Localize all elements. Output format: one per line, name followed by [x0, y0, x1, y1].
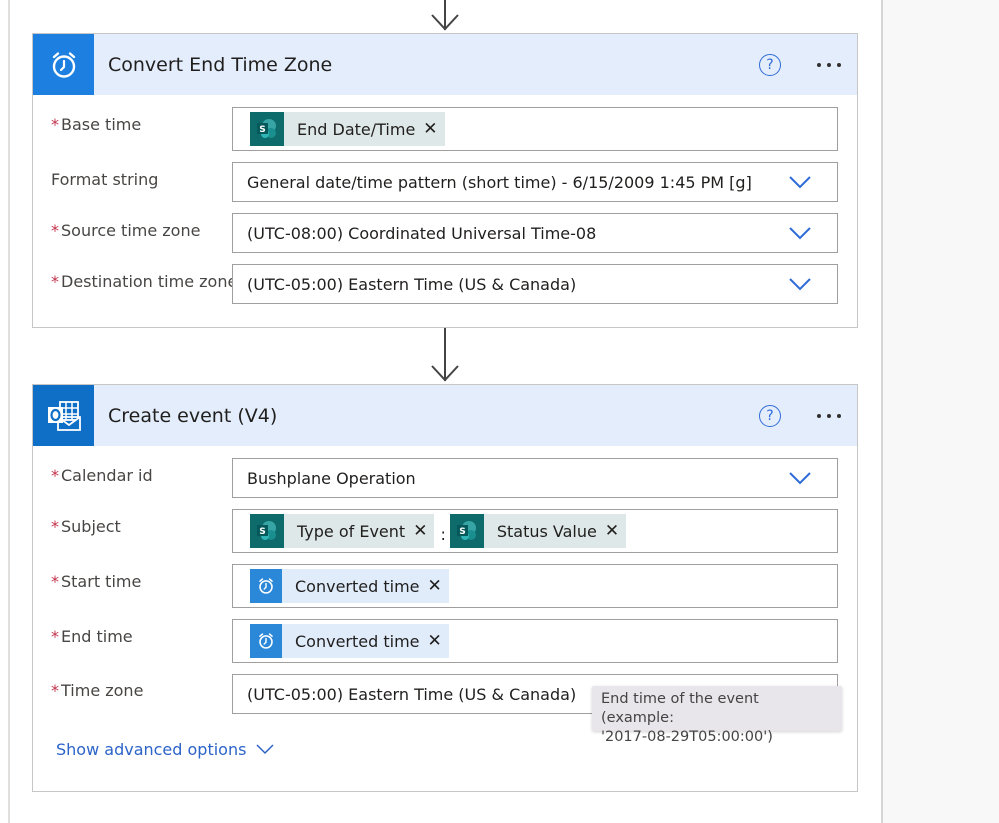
required-marker: *	[51, 572, 59, 591]
card-title: Create event (V4)	[108, 404, 278, 427]
field-label: * Source time zone	[51, 221, 200, 240]
dropdown-value: (UTC-08:00) Coordinated Universal Time-0…	[247, 223, 597, 243]
card-title: Convert End Time Zone	[108, 53, 333, 76]
label-text: Source time zone	[61, 221, 201, 240]
action-card-convert-end-time-zone: Convert End Time Zone ? * Base time S End…	[32, 33, 858, 328]
arrow-down-icon	[431, 14, 459, 31]
field-label: * End time	[51, 627, 133, 646]
flow-connector-arrow	[431, 328, 459, 382]
required-marker: *	[51, 681, 59, 700]
required-marker: *	[51, 115, 59, 134]
card-header[interactable]: Convert End Time Zone ?	[33, 34, 857, 95]
chevron-down-icon	[256, 744, 274, 755]
field-label: * Subject	[51, 517, 121, 536]
remove-token-icon[interactable]: ✕	[428, 576, 442, 596]
more-options-icon[interactable]	[817, 59, 841, 71]
token-end-date-time[interactable]: S End Date/Time ✕	[250, 112, 445, 146]
dropdown-value: Bushplane Operation	[247, 468, 416, 488]
card-header[interactable]: Create event (V4) ?	[33, 385, 857, 446]
required-marker: *	[51, 627, 59, 646]
sharepoint-icon: S	[250, 514, 284, 548]
required-marker: *	[51, 221, 59, 240]
remove-token-icon[interactable]: ✕	[428, 631, 442, 651]
token-type-of-event[interactable]: S Type of Event ✕	[250, 514, 435, 548]
dropdown-value: (UTC-05:00) Eastern Time (US & Canada)	[247, 274, 577, 294]
required-marker: *	[51, 466, 59, 485]
field-tooltip: End time of the event (example: '2017-08…	[592, 686, 842, 745]
remove-token-icon[interactable]: ✕	[423, 119, 437, 139]
start-time-input[interactable]: Converted time ✕	[232, 564, 838, 608]
label-text: Subject	[61, 517, 121, 536]
tooltip-line: End time of the event (example:	[601, 691, 759, 726]
required-marker: *	[51, 517, 59, 536]
show-advanced-options-link[interactable]: Show advanced options	[56, 740, 274, 759]
subject-input[interactable]: S Type of Event ✕ : S Status Value ✕	[232, 509, 838, 553]
sharepoint-icon: S	[449, 514, 484, 548]
field-label: * Time zone	[51, 681, 143, 700]
label-text: Start time	[61, 572, 142, 591]
chevron-down-icon[interactable]	[789, 226, 811, 240]
field-label: Format string	[51, 170, 159, 189]
calendar-id-dropdown[interactable]: Bushplane Operation	[232, 458, 838, 498]
field-label: * Calendar id	[51, 466, 153, 485]
token-label: Status Value	[496, 521, 597, 541]
tooltip-line: '2017-08-29T05:00:00')	[601, 729, 773, 745]
required-marker: *	[51, 272, 59, 291]
remove-token-icon[interactable]: ✕	[413, 521, 427, 541]
dropdown-value: General date/time pattern (short time) -…	[247, 172, 752, 192]
token-label: Converted time	[295, 631, 420, 651]
label-text: Destination time zone	[61, 272, 238, 291]
label-text: Calendar id	[61, 466, 153, 485]
field-label: * Destination time zone	[51, 272, 237, 291]
base-time-input[interactable]: S End Date/Time ✕	[232, 107, 838, 151]
label-text: Time zone	[61, 681, 144, 700]
alarm-clock-icon	[250, 624, 282, 658]
end-time-input[interactable]: Converted time ✕	[232, 619, 838, 663]
flow-connector-arrow	[431, 0, 459, 31]
label-text: Base time	[61, 115, 142, 134]
destination-time-zone-dropdown[interactable]: (UTC-05:00) Eastern Time (US & Canada)	[232, 264, 838, 304]
token-label: End Date/Time	[297, 119, 416, 139]
remove-token-icon[interactable]: ✕	[605, 521, 619, 541]
chevron-down-icon[interactable]	[789, 175, 811, 189]
token-label: Converted time	[295, 576, 420, 596]
token-label: Type of Event	[297, 521, 406, 541]
token-converted-time[interactable]: Converted time ✕	[250, 569, 449, 603]
arrow-down-icon	[431, 365, 459, 382]
label-text: End time	[61, 627, 133, 646]
alarm-clock-icon	[250, 569, 282, 603]
field-label: * Start time	[51, 572, 141, 591]
more-options-icon[interactable]	[817, 410, 841, 422]
outlook-calendar-icon	[33, 385, 94, 446]
subject-separator: :	[440, 524, 446, 544]
token-status-value[interactable]: S Status Value ✕	[449, 514, 627, 548]
svg-text:S: S	[259, 527, 265, 537]
source-time-zone-dropdown[interactable]: (UTC-08:00) Coordinated Universal Time-0…	[232, 213, 838, 253]
svg-text:S: S	[259, 125, 265, 135]
chevron-down-icon[interactable]	[789, 277, 811, 291]
token-converted-time[interactable]: Converted time ✕	[250, 624, 449, 658]
field-label: * Base time	[51, 115, 141, 134]
sharepoint-icon: S	[250, 112, 284, 146]
alarm-clock-icon	[33, 34, 94, 95]
help-icon[interactable]: ?	[759, 53, 781, 76]
link-text: Show advanced options	[56, 740, 247, 759]
right-side-panel	[881, 0, 999, 823]
format-string-dropdown[interactable]: General date/time pattern (short time) -…	[232, 162, 838, 202]
chevron-down-icon[interactable]	[789, 471, 811, 485]
svg-text:S: S	[459, 527, 465, 537]
help-icon[interactable]: ?	[759, 404, 781, 427]
